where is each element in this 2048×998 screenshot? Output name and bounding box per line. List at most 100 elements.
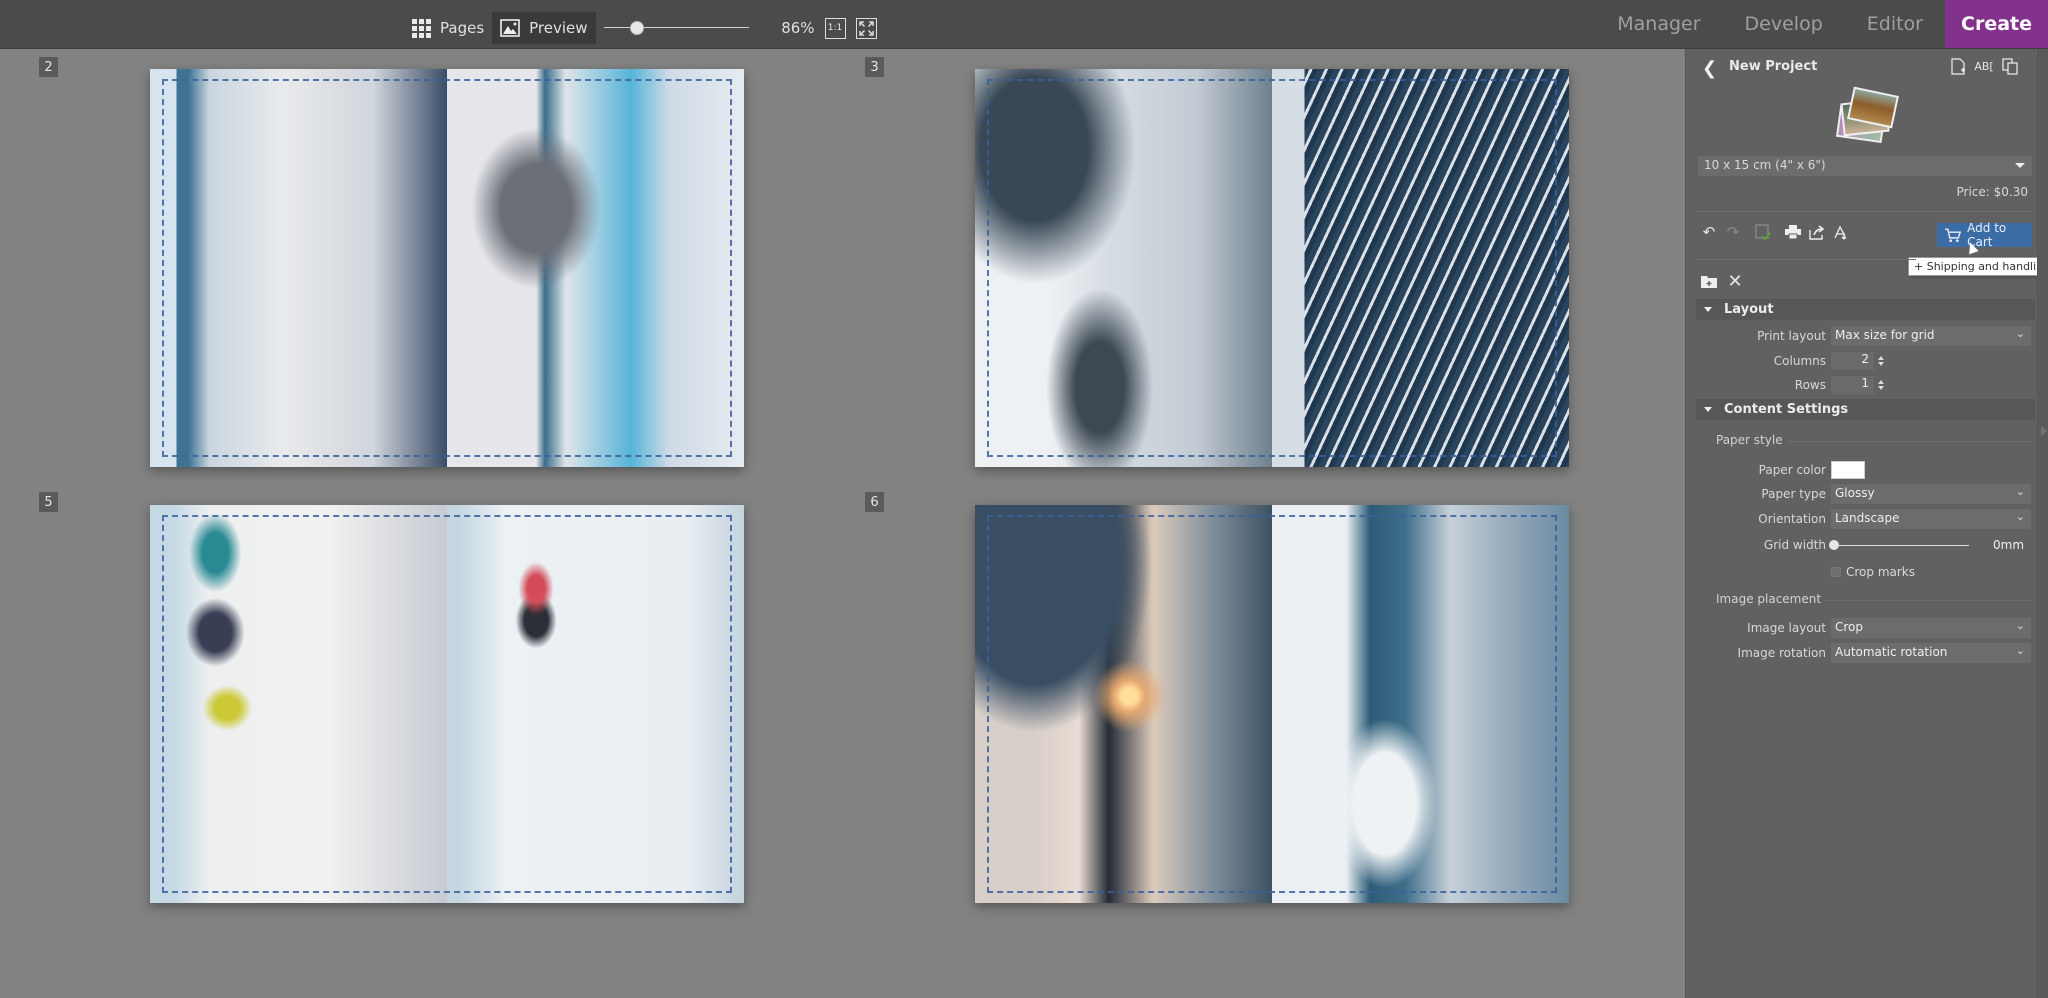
print-size-value: 10 x 15 cm (4" x 6") [1704, 158, 1826, 172]
decrement-icon[interactable] [1878, 386, 1884, 390]
preview-view-button[interactable]: Preview [492, 12, 596, 44]
print-layout-row: Print layout Max size for grid ⌄ [1686, 326, 2038, 346]
fit-to-screen-button[interactable] [855, 17, 877, 39]
app-window: Pages Preview 86% 1:1 Manager Develop Ed… [0, 0, 2048, 998]
photo-left[interactable] [975, 69, 1272, 467]
text-layout-icon[interactable]: AB[ [1974, 57, 1993, 75]
tab-manager[interactable]: Manager [1595, 0, 1722, 48]
page-canvas: 2 3 5 6 [0, 49, 1685, 998]
columns-input[interactable]: 2 [1831, 352, 1874, 370]
photo-right[interactable] [447, 69, 744, 467]
add-to-cart-button[interactable]: Add to Cart [1937, 221, 2032, 249]
image-icon [500, 19, 520, 37]
tab-editor[interactable]: Editor [1845, 0, 1945, 48]
increment-icon[interactable] [1878, 356, 1884, 360]
add-folder-icon[interactable] [1700, 272, 1718, 290]
chevron-down-icon: ⌄ [2015, 619, 2025, 632]
caret-down-icon [2015, 163, 2025, 168]
page-spread[interactable] [975, 505, 1569, 903]
page-spread[interactable] [975, 69, 1569, 467]
share-icon[interactable] [1808, 223, 1826, 241]
columns-stepper[interactable] [1878, 356, 1884, 366]
crop-marks-checkbox[interactable] [1831, 567, 1841, 577]
orientation-select[interactable]: Landscape ⌄ [1831, 509, 2031, 529]
divider [1696, 259, 1916, 260]
project-thumbnail [1834, 86, 1899, 145]
redo-icon[interactable]: ↷ [1724, 223, 1742, 241]
project-title: New Project [1729, 59, 1818, 74]
zoom-slider-thumb[interactable] [629, 21, 644, 35]
tab-develop[interactable]: Develop [1723, 0, 1845, 48]
tab-create[interactable]: Create [1945, 0, 2048, 48]
collapse-icon [1704, 307, 1712, 312]
photo-left[interactable] [975, 505, 1272, 903]
grid-width-value: 0mm [1993, 538, 2025, 552]
print-size-select[interactable]: 10 x 15 cm (4" x 6") [1698, 156, 2032, 176]
image-rotation-row: Image rotation Automatic rotation ⌄ [1686, 643, 2038, 663]
view-toolbar: Pages Preview 86% 1:1 [404, 12, 877, 44]
content-settings-title: Content Settings [1724, 402, 1849, 417]
back-icon[interactable]: ❮ [1702, 58, 1717, 79]
image-layout-label: Image layout [1747, 621, 1826, 635]
panel-scrollbar[interactable] [2037, 49, 2048, 998]
collapse-icon [1704, 407, 1712, 412]
photo-right[interactable] [447, 505, 744, 903]
print-layout-select[interactable]: Max size for grid ⌄ [1831, 326, 2031, 346]
image-rotation-label: Image rotation [1737, 646, 1826, 660]
layout-section-header[interactable]: Layout [1696, 299, 2035, 320]
divider [1696, 211, 2032, 212]
export-icon[interactable] [1832, 223, 1850, 241]
decrement-icon[interactable] [1878, 362, 1884, 366]
create-panel: ❮ New Project AB[ 10 x 15 cm (4" x 6") P… [1685, 49, 2048, 998]
print-icon[interactable] [1784, 223, 1802, 241]
grid-width-slider[interactable] [1829, 538, 1969, 552]
zoom-slider[interactable] [603, 18, 749, 38]
pages-view-button[interactable]: Pages [404, 12, 492, 44]
new-page-icon[interactable] [1950, 57, 1966, 75]
print-layout-label: Print layout [1757, 329, 1826, 343]
image-layout-row: Image layout Crop ⌄ [1686, 618, 2038, 638]
image-layout-select[interactable]: Crop ⌄ [1831, 618, 2031, 638]
undo-icon[interactable]: ↶ [1700, 223, 1718, 241]
image-placement-label: Image placement [1696, 592, 1826, 606]
photo-right[interactable] [1272, 69, 1569, 467]
price-label: Price: $0.30 [1956, 185, 2028, 199]
paper-style-label: Paper style [1696, 433, 1787, 447]
actual-size-button[interactable]: 1:1 [824, 17, 846, 39]
image-rotation-select[interactable]: Automatic rotation ⌄ [1831, 643, 2031, 663]
page-spread[interactable] [150, 505, 744, 903]
page-number-badge: 2 [39, 57, 58, 77]
duplicate-page-icon[interactable] [2002, 57, 2018, 75]
content-settings-header[interactable]: Content Settings [1696, 399, 2035, 420]
expand-panel-icon[interactable] [2041, 426, 2047, 436]
grid-icon [412, 18, 431, 38]
paper-type-select[interactable]: Glossy ⌄ [1831, 484, 2031, 504]
chevron-down-icon: ⌄ [2015, 510, 2025, 523]
cart-icon [1945, 228, 1962, 242]
shipping-tooltip: + Shipping and handling [1908, 257, 2048, 276]
add-to-cart-label: Add to Cart [1967, 221, 2007, 249]
columns-row: Columns 2 [1686, 351, 2038, 371]
action-toolbar: ↶ ↷ [1700, 223, 1850, 241]
page-number-badge: 5 [39, 492, 58, 512]
close-icon[interactable]: ✕ [1726, 271, 1744, 292]
grid-width-row: Grid width 0mm [1686, 535, 2038, 555]
page-spread[interactable] [150, 69, 744, 467]
photo-left[interactable] [150, 505, 447, 903]
paper-color-swatch[interactable] [1831, 461, 1865, 479]
chevron-down-icon: ⌄ [2015, 485, 2025, 498]
rows-input[interactable]: 1 [1831, 376, 1874, 394]
increment-icon[interactable] [1878, 380, 1884, 384]
print-layout-value: Max size for grid [1835, 328, 1935, 342]
layout-section-title: Layout [1724, 302, 1774, 317]
fullscreen-icon [858, 20, 874, 36]
slider-thumb[interactable] [1829, 540, 1839, 550]
rows-stepper[interactable] [1878, 380, 1884, 390]
paper-type-row: Paper type Glossy ⌄ [1686, 484, 2038, 504]
image-rotation-value: Automatic rotation [1835, 645, 1948, 659]
photo-right[interactable] [1272, 505, 1569, 903]
actual-size-label: 1:1 [827, 23, 843, 33]
paper-color-label: Paper color [1758, 463, 1826, 477]
photo-left[interactable] [150, 69, 447, 467]
save-icon[interactable] [1754, 223, 1772, 241]
